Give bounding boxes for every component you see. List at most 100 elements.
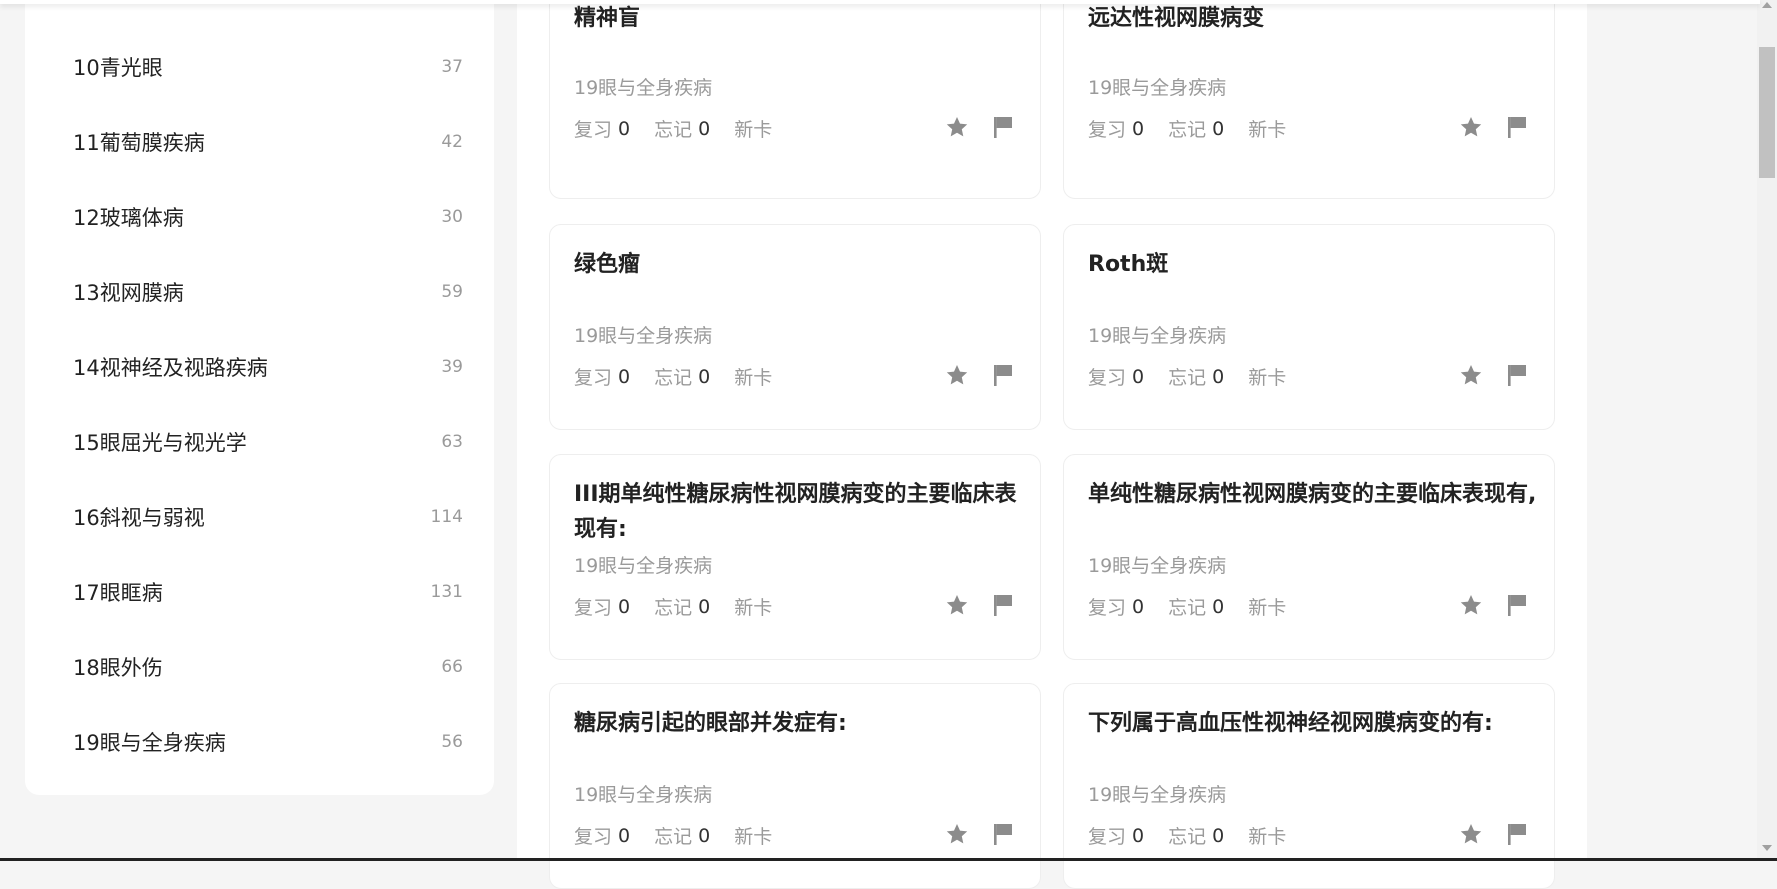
- category-label: 10青光眼: [73, 56, 163, 80]
- card-actions: [1458, 362, 1530, 388]
- category-label: 18眼外伤: [73, 656, 163, 680]
- card-category: 19眼与全身疾病: [1088, 77, 1227, 99]
- star-icon[interactable]: [944, 592, 970, 618]
- card-actions: [1458, 114, 1530, 140]
- flag-icon[interactable]: [990, 592, 1016, 618]
- star-icon[interactable]: [1458, 114, 1484, 140]
- forget-count: 0: [698, 117, 711, 140]
- category-label: 13视网膜病: [73, 281, 184, 305]
- category-label: 15眼屈光与视光学: [73, 431, 247, 455]
- new-card-label: 新卡: [734, 826, 773, 848]
- card-category: 19眼与全身疾病: [574, 555, 713, 577]
- category-item[interactable]: 18眼外伤 66: [73, 647, 463, 687]
- forget-count: 0: [1212, 595, 1225, 618]
- star-icon[interactable]: [944, 362, 970, 388]
- category-count: 37: [441, 57, 463, 77]
- top-bar-shadow: [0, 0, 1760, 4]
- category-label: 14视神经及视路疾病: [73, 356, 268, 380]
- review-count: 0: [618, 365, 631, 388]
- card-stats: 复习 0 忘记 0 新卡: [1088, 593, 1286, 620]
- review-count: 0: [1132, 117, 1145, 140]
- category-item[interactable]: 19眼与全身疾病 56: [73, 722, 463, 762]
- flag-icon[interactable]: [990, 362, 1016, 388]
- review-label: 复习: [574, 119, 613, 141]
- star-icon[interactable]: [1458, 362, 1484, 388]
- new-card-label: 新卡: [734, 119, 773, 141]
- category-item[interactable]: 14视神经及视路疾病 39: [73, 347, 463, 387]
- card-title: 精神盲: [574, 6, 641, 31]
- card-actions: [944, 114, 1016, 140]
- category-count: 131: [430, 582, 463, 602]
- forget-label: 忘记: [1168, 367, 1207, 389]
- category-count: 30: [441, 207, 463, 227]
- flashcard[interactable]: 绿色瘤 19眼与全身疾病 复习 0 忘记 0 新卡: [549, 224, 1041, 430]
- star-icon[interactable]: [944, 114, 970, 140]
- card-title: 下列属于高血压性视神经视网膜病变的有:: [1088, 711, 1493, 736]
- flag-icon[interactable]: [990, 114, 1016, 140]
- forget-label: 忘记: [1168, 119, 1207, 141]
- category-item[interactable]: 13视网膜病 59: [73, 272, 463, 312]
- category-label: 19眼与全身疾病: [73, 731, 226, 755]
- forget-count: 0: [1212, 365, 1225, 388]
- category-item[interactable]: 17眼眶病 131: [73, 572, 463, 612]
- flag-icon[interactable]: [1504, 592, 1530, 618]
- review-count: 0: [1132, 365, 1145, 388]
- category-count: 39: [441, 357, 463, 377]
- forget-count: 0: [698, 365, 711, 388]
- scroll-up-arrow-icon[interactable]: [1762, 2, 1772, 8]
- scroll-down-arrow-icon[interactable]: [1762, 845, 1772, 851]
- category-count: 42: [441, 132, 463, 152]
- star-icon[interactable]: [944, 821, 970, 847]
- card-stats: 复习 0 忘记 0 新卡: [1088, 363, 1286, 390]
- flashcard[interactable]: Roth斑 19眼与全身疾病 复习 0 忘记 0 新卡: [1063, 224, 1555, 430]
- review-label: 复习: [574, 597, 613, 619]
- category-item[interactable]: 15眼屈光与视光学 63: [73, 422, 463, 462]
- forget-count: 0: [698, 595, 711, 618]
- flashcard[interactable]: III期单纯性糖尿病性视网膜病变的主要临床表现有: 19眼与全身疾病 复习 0 …: [549, 454, 1041, 660]
- review-count: 0: [618, 595, 631, 618]
- card-stats: 复习 0 忘记 0 新卡: [574, 363, 772, 390]
- category-item[interactable]: 11葡萄膜疾病 42: [73, 122, 463, 162]
- card-stats: 复习 0 忘记 0 新卡: [574, 822, 772, 849]
- flashcard[interactable]: 单纯性糖尿病性视网膜病变的主要临床表现有, 19眼与全身疾病 复习 0 忘记 0…: [1063, 454, 1555, 660]
- card-stats: 复习 0 忘记 0 新卡: [574, 593, 772, 620]
- category-label: 11葡萄膜疾病: [73, 131, 205, 155]
- scrollbar-thumb[interactable]: [1759, 47, 1775, 178]
- category-count: 56: [441, 732, 463, 752]
- card-category: 19眼与全身疾病: [574, 784, 713, 806]
- new-card-label: 新卡: [734, 367, 773, 389]
- flashcard[interactable]: 远达性视网膜病变 19眼与全身疾病 复习 0 忘记 0 新卡: [1063, 0, 1555, 199]
- card-actions: [944, 592, 1016, 618]
- card-actions: [944, 362, 1016, 388]
- card-category: 19眼与全身疾病: [574, 325, 713, 347]
- category-item[interactable]: 10青光眼 37: [73, 47, 463, 87]
- star-icon[interactable]: [1458, 821, 1484, 847]
- card-actions: [944, 821, 1016, 847]
- card-category: 19眼与全身疾病: [1088, 784, 1227, 806]
- review-count: 0: [1132, 595, 1145, 618]
- review-count: 0: [618, 117, 631, 140]
- category-item[interactable]: 16斜视与弱视 114: [73, 497, 463, 537]
- review-label: 复习: [1088, 119, 1127, 141]
- card-title: Roth斑: [1088, 252, 1169, 277]
- star-icon[interactable]: [1458, 592, 1484, 618]
- flag-icon[interactable]: [1504, 114, 1530, 140]
- new-card-label: 新卡: [1248, 119, 1287, 141]
- card-title: 糖尿病引起的眼部并发症有:: [574, 711, 847, 736]
- category-item[interactable]: 12玻璃体病 30: [73, 197, 463, 237]
- review-count: 0: [1132, 824, 1145, 847]
- review-label: 复习: [1088, 597, 1127, 619]
- category-count: 63: [441, 432, 463, 452]
- review-label: 复习: [574, 826, 613, 848]
- flashcard[interactable]: 精神盲 19眼与全身疾病 复习 0 忘记 0 新卡: [549, 0, 1041, 199]
- card-actions: [1458, 821, 1530, 847]
- new-card-label: 新卡: [734, 597, 773, 619]
- category-label: 16斜视与弱视: [73, 506, 205, 530]
- review-label: 复习: [574, 367, 613, 389]
- flag-icon[interactable]: [990, 821, 1016, 847]
- category-count: 59: [441, 282, 463, 302]
- flag-icon[interactable]: [1504, 362, 1530, 388]
- new-card-label: 新卡: [1248, 826, 1287, 848]
- card-grid-panel: 精神盲 19眼与全身疾病 复习 0 忘记 0 新卡 远达性视网膜病变 19眼与全…: [517, 0, 1587, 889]
- flag-icon[interactable]: [1504, 821, 1530, 847]
